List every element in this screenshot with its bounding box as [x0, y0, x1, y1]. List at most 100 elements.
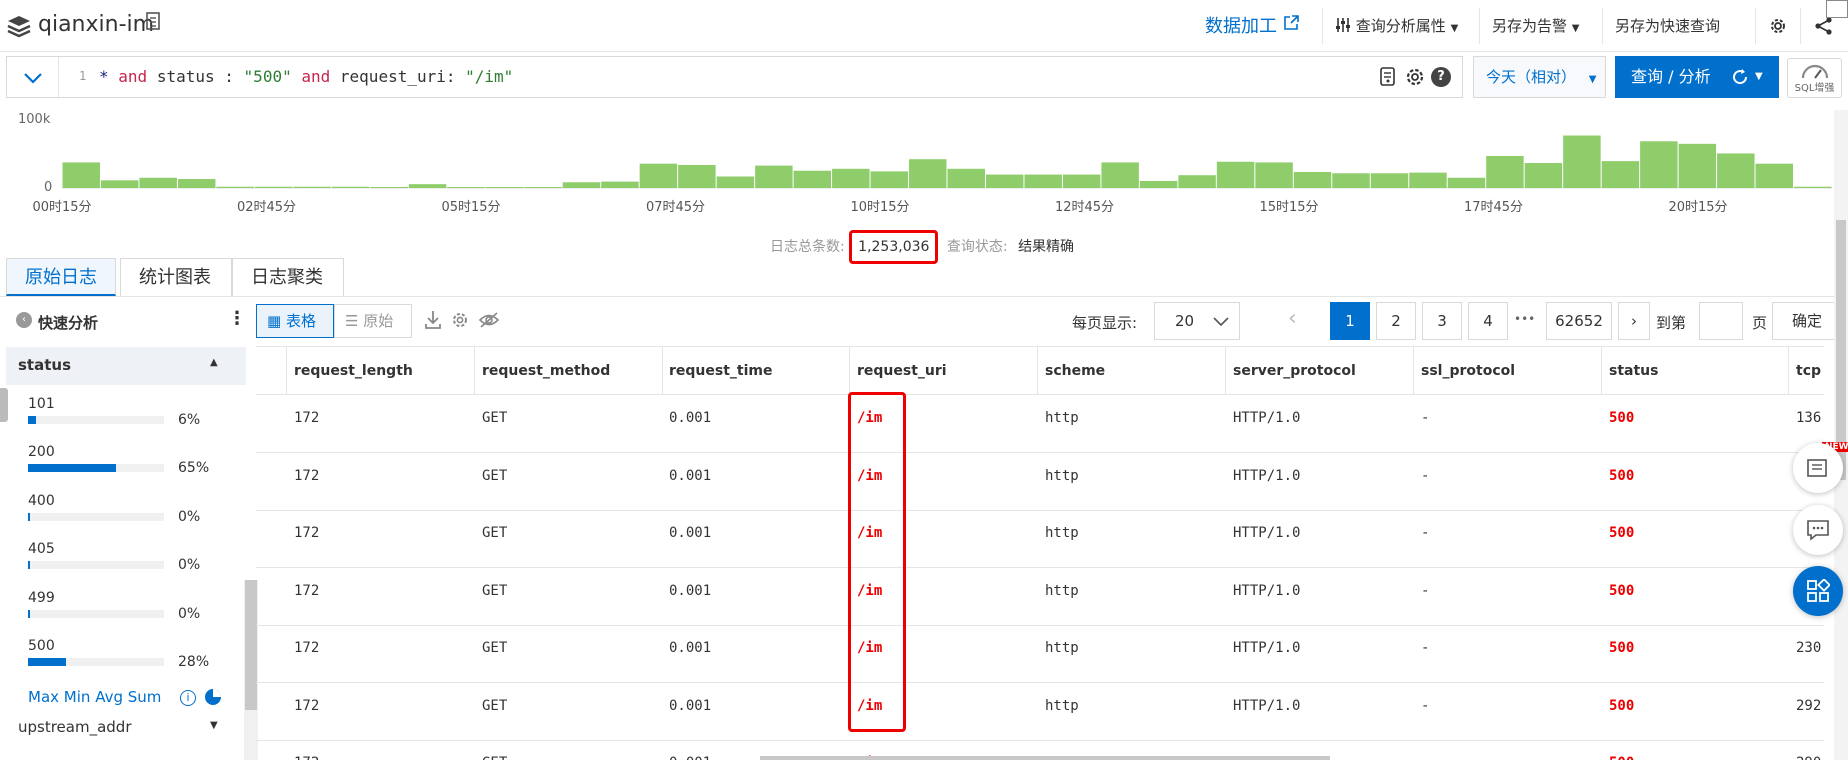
table-cell-request_length[interactable]: 172: [294, 698, 319, 714]
table-cell-scheme[interactable]: http: [1045, 583, 1079, 599]
table-cell-status[interactable]: 500: [1609, 583, 1634, 599]
table-cell-request_time[interactable]: 0.001: [669, 698, 711, 714]
table-cell-ssl_protocol[interactable]: -: [1421, 755, 1429, 760]
histogram-bar[interactable]: [1024, 174, 1062, 188]
status-value-item[interactable]: 101 6%: [28, 396, 228, 444]
data-process-link[interactable]: 数据加工: [1205, 12, 1299, 38]
sidebar-resize-handle[interactable]: [0, 388, 8, 422]
table-row[interactable]: 172 GET 0.001/im http HTTP/1.0-500: [256, 569, 1824, 626]
more-icon[interactable]: ⋮: [228, 308, 246, 329]
histogram-bar[interactable]: [1062, 174, 1101, 188]
agg-min-link[interactable]: Min: [64, 688, 91, 706]
table-cell-ssl_protocol[interactable]: -: [1421, 698, 1429, 714]
table-cell-scheme[interactable]: http: [1045, 698, 1079, 714]
page-size-select[interactable]: 20: [1154, 302, 1240, 340]
tab-log-clustering[interactable]: 日志聚类: [232, 258, 344, 296]
download-icon[interactable]: [424, 310, 442, 334]
search-analyze-button[interactable]: 查询 / 分析 ▼: [1615, 56, 1779, 98]
table-row[interactable]: 172 GET 0.001/im http HTTP/1.0-500 292: [256, 684, 1824, 741]
docs-float-button[interactable]: [1793, 443, 1843, 493]
histogram-bar[interactable]: [562, 182, 601, 188]
histogram-bar[interactable]: [1486, 156, 1524, 188]
histogram-bar[interactable]: [1678, 143, 1717, 188]
table-cell-request_method[interactable]: GET: [482, 583, 507, 599]
agg-max-link[interactable]: Max: [28, 688, 59, 706]
table-cell-server_protocol[interactable]: HTTP/1.0: [1233, 640, 1300, 656]
table-cell-request_method[interactable]: GET: [482, 525, 507, 541]
field-header-upstream-addr[interactable]: upstream_addr ▼: [6, 710, 236, 744]
histogram-bar[interactable]: [1139, 180, 1178, 188]
tab-charts[interactable]: 统计图表: [120, 258, 232, 296]
histogram-bar[interactable]: [1524, 163, 1563, 188]
histogram-bar[interactable]: [1409, 172, 1447, 188]
feedback-float-button[interactable]: [1793, 505, 1843, 555]
hide-fields-icon[interactable]: [478, 311, 500, 333]
histogram-bar[interactable]: [100, 180, 139, 188]
save-alert-button[interactable]: 另存为告警 ▼: [1479, 8, 1601, 44]
page-2[interactable]: 2: [1376, 302, 1416, 340]
table-cell-request_method[interactable]: GET: [482, 698, 507, 714]
histogram-bar[interactable]: [1101, 162, 1139, 188]
scroll-thumb[interactable]: [1836, 220, 1846, 480]
next-page-button[interactable]: ›: [1618, 302, 1650, 340]
histogram-bar[interactable]: [139, 177, 177, 188]
log-histogram[interactable]: 100k 0 00时15分 02时45分 05时15分 07时45分 10时15分 12时…: [0, 106, 1848, 232]
table-cell-server_protocol[interactable]: HTTP/1.0: [1233, 468, 1300, 484]
histogram-bar[interactable]: [639, 163, 678, 188]
table-cell-request_method[interactable]: GET: [482, 410, 507, 426]
histogram-bar[interactable]: [1794, 186, 1832, 188]
field-header-status[interactable]: status ▲: [6, 347, 246, 385]
save-quick-query-button[interactable]: 另存为快速查询: [1602, 8, 1762, 44]
table-row[interactable]: 172 GET 0.001/im http HTTP/1.0-500 136: [256, 396, 1824, 453]
page-3[interactable]: 3: [1422, 302, 1462, 340]
table-cell-server_protocol[interactable]: HTTP/1.0: [1233, 698, 1300, 714]
column-header[interactable]: request_uri: [857, 363, 947, 379]
table-row[interactable]: 172 GET 0.001/im http HTTP/1.0-500 230: [256, 626, 1824, 683]
column-header[interactable]: request_time: [669, 363, 772, 379]
table-cell-ssl_protocol[interactable]: -: [1421, 410, 1429, 426]
histogram-bar[interactable]: [1563, 135, 1601, 188]
document-icon[interactable]: [146, 12, 160, 34]
histogram-bar[interactable]: [485, 187, 524, 188]
time-range-select[interactable]: 今天（相对） ▼: [1473, 56, 1606, 98]
status-value-item[interactable]: 405 0%: [28, 541, 228, 589]
table-row[interactable]: 172 GET 0.001/im http HTTP/1.0-500: [256, 511, 1824, 568]
agg-avg-link[interactable]: Avg: [95, 688, 123, 706]
table-cell-scheme[interactable]: http: [1045, 640, 1079, 656]
table-settings-icon[interactable]: [450, 310, 470, 334]
goto-confirm-button[interactable]: 确定: [1772, 302, 1842, 340]
table-cell-ssl_protocol[interactable]: -: [1421, 468, 1429, 484]
histogram-bar[interactable]: [524, 187, 562, 188]
table-cell-scheme[interactable]: http: [1045, 525, 1079, 541]
table-cell-request_length[interactable]: 172: [294, 468, 319, 484]
histogram-bar[interactable]: [293, 186, 331, 188]
query-editor[interactable]: 1 * and status : "500" and request_uri: …: [6, 56, 1463, 98]
query-collapse-toggle[interactable]: [7, 57, 59, 97]
table-cell-request_method[interactable]: GET: [482, 640, 507, 656]
table-cell-status[interactable]: 500: [1609, 525, 1634, 541]
column-header[interactable]: ssl_protocol: [1421, 363, 1515, 379]
column-header[interactable]: scheme: [1045, 363, 1105, 379]
table-cell-tcp[interactable]: 136: [1796, 410, 1821, 426]
histogram-bar[interactable]: [216, 186, 254, 188]
histogram-bar[interactable]: [755, 165, 793, 188]
column-header[interactable]: request_length: [294, 363, 413, 379]
histogram-bar[interactable]: [1755, 163, 1794, 188]
table-cell-ssl_protocol[interactable]: -: [1421, 525, 1429, 541]
histogram-bar[interactable]: [1370, 173, 1409, 188]
table-cell-tcp[interactable]: 290: [1796, 755, 1821, 760]
table-h-scrollbar[interactable]: [760, 756, 1330, 760]
table-cell-server_protocol[interactable]: HTTP/1.0: [1233, 410, 1300, 426]
status-value-item[interactable]: 400 0%: [28, 493, 228, 541]
table-cell-ssl_protocol[interactable]: -: [1421, 640, 1429, 656]
table-cell-request_time[interactable]: 0.001: [669, 583, 711, 599]
pie-chart-icon[interactable]: [204, 688, 222, 710]
histogram-bar[interactable]: [793, 170, 832, 188]
query-text[interactable]: * and status : "500" and request_uri: "/…: [99, 67, 513, 86]
table-cell-scheme[interactable]: http: [1045, 468, 1079, 484]
histogram-bar[interactable]: [1332, 173, 1370, 188]
table-cell-request_length[interactable]: 172: [294, 583, 319, 599]
agg-sum-link[interactable]: Sum: [128, 688, 162, 706]
histogram-bar[interactable]: [1601, 161, 1640, 188]
table-cell-request_time[interactable]: 0.001: [669, 640, 711, 656]
